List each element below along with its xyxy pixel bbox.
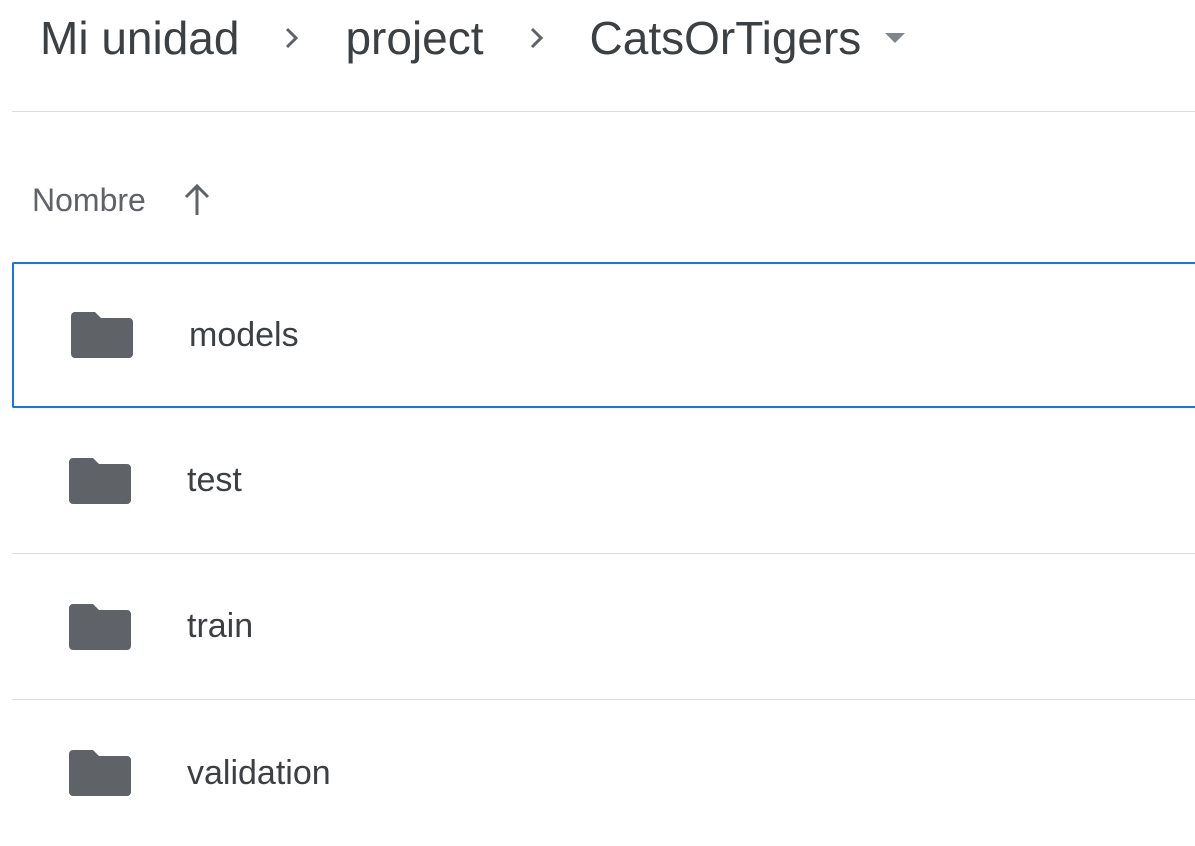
folder-icon — [69, 457, 131, 504]
file-name: train — [187, 607, 254, 645]
folder-icon — [69, 603, 131, 650]
file-name: validation — [187, 753, 331, 792]
list-item[interactable]: models — [12, 262, 1195, 408]
chevron-right-icon — [257, 23, 327, 53]
list-item[interactable]: train — [12, 554, 1195, 700]
list-column-header[interactable]: Nombre — [32, 176, 212, 224]
caret-down-icon[interactable] — [883, 31, 907, 45]
file-name: models — [189, 315, 299, 354]
breadcrumb: Mi unidad project CatsOrTigers — [40, 0, 907, 76]
chevron-right-icon — [502, 23, 572, 53]
list-item[interactable]: validation — [12, 700, 1195, 846]
file-list: models test train validation — [12, 262, 1195, 846]
breadcrumb-item-mi-unidad[interactable]: Mi unidad — [40, 11, 239, 65]
folder-icon — [71, 312, 133, 358]
folder-icon — [69, 750, 131, 796]
breadcrumb-item-current-folder[interactable]: CatsOrTigers — [590, 11, 862, 65]
breadcrumb-item-project[interactable]: project — [345, 11, 483, 65]
file-name: test — [187, 461, 242, 499]
column-name-label: Nombre — [32, 181, 146, 218]
arrow-up-icon[interactable] — [182, 183, 212, 217]
header-divider — [12, 111, 1195, 112]
list-item[interactable]: test — [12, 408, 1195, 554]
